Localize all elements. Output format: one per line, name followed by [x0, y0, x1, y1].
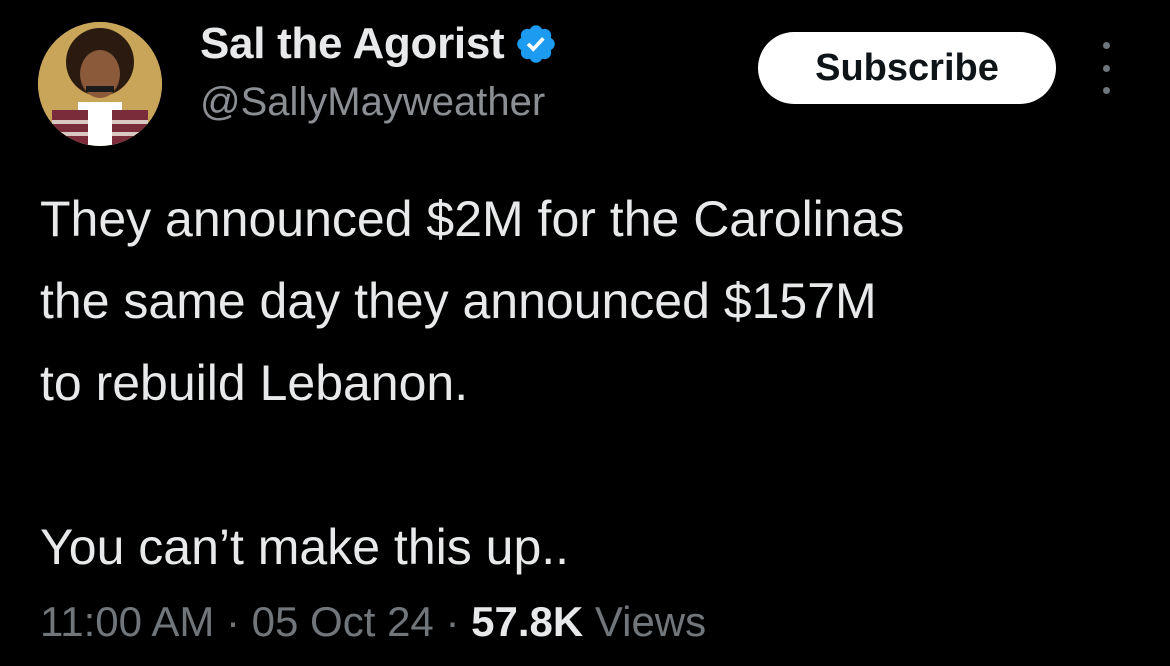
- tweet-date[interactable]: 05 Oct 24: [252, 598, 434, 645]
- tweet-text-line: You can’t make this up..: [40, 519, 570, 575]
- author-display-name[interactable]: Sal the Agorist: [200, 19, 505, 69]
- author-name-row[interactable]: Sal the Agorist: [200, 16, 558, 72]
- tweet-card: Sal the Agorist @SallyMayweather Subscri…: [0, 0, 1170, 666]
- tweet-text-line: They announced $2M for the Carolinas: [40, 191, 905, 247]
- meta-separator: ·: [214, 598, 252, 645]
- views-count[interactable]: 57.8K: [471, 598, 583, 645]
- more-dot: [1102, 42, 1110, 49]
- more-dot: [1102, 87, 1110, 94]
- tweet-text-line: to rebuild Lebanon.: [40, 355, 469, 411]
- verified-badge-icon[interactable]: [514, 22, 558, 66]
- tweet-body: They announced $2M for the Carolinas the…: [40, 178, 1150, 588]
- avatar-image: [38, 22, 162, 146]
- tweet-meta: 11:00 AM · 05 Oct 24 · 57.8K Views: [40, 598, 706, 646]
- more-dot: [1102, 64, 1110, 72]
- author-handle[interactable]: @SallyMayweather: [200, 80, 545, 125]
- subscribe-button[interactable]: Subscribe: [758, 32, 1056, 104]
- meta-separator: ·: [433, 598, 472, 645]
- tweet-text-line: the same day they announced $157M: [40, 273, 877, 329]
- avatar[interactable]: [38, 22, 162, 146]
- tweet-time[interactable]: 11:00 AM: [40, 598, 214, 645]
- views-label: Views: [594, 598, 707, 645]
- more-options-icon[interactable]: [1094, 42, 1118, 94]
